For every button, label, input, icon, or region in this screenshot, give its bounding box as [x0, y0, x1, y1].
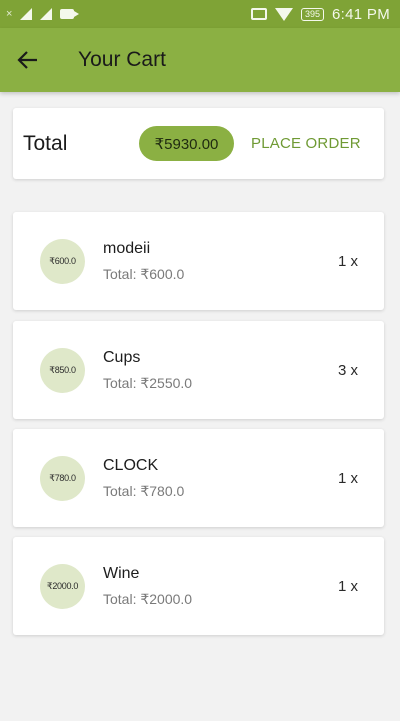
page-title: Your Cart [78, 48, 166, 71]
video-icon [60, 9, 80, 19]
wifi-icon [275, 7, 293, 21]
battery-icon: 395 [301, 7, 325, 21]
item-quantity: 1 x [337, 253, 358, 270]
cart-item[interactable]: ₹780.0 CLOCK Total: ₹780.0 1 x [13, 429, 384, 527]
total-label: Total [23, 131, 68, 155]
cart-item[interactable]: ₹2000.0 Wine Total: ₹2000.0 1 x [13, 537, 384, 635]
item-total: Total: ₹2000.0 [103, 591, 193, 607]
item-total: Total: ₹2550.0 [103, 375, 193, 391]
item-total: Total: ₹600.0 [103, 266, 185, 282]
place-order-button[interactable]: PLACE ORDER [251, 135, 361, 152]
item-price-badge: ₹850.0 [40, 348, 85, 393]
no-signal-icon: × [6, 8, 13, 20]
total-card: Total ₹5930.00 PLACE ORDER [13, 108, 384, 179]
item-name: Wine [103, 565, 140, 582]
app-bar: Your Cart [0, 28, 400, 92]
item-name: Cups [103, 349, 141, 366]
status-left: × [6, 8, 80, 20]
cast-icon [251, 8, 267, 20]
total-amount-badge: ₹5930.00 [139, 126, 234, 161]
status-right: 395 6:41 PM [251, 6, 390, 23]
signal-icon-2 [40, 8, 53, 20]
item-name: modeii [103, 240, 151, 257]
item-price-badge: ₹780.0 [40, 456, 85, 501]
item-price-badge: ₹2000.0 [40, 564, 85, 609]
back-button[interactable] [0, 28, 56, 92]
item-total: Total: ₹780.0 [103, 483, 185, 499]
status-time: 6:41 PM [332, 5, 390, 23]
item-quantity: 3 x [337, 362, 358, 379]
status-bar: × 395 6:41 PM [0, 0, 400, 28]
arrow-left-icon [17, 51, 37, 69]
item-quantity: 1 x [337, 578, 358, 595]
item-price-badge: ₹600.0 [40, 239, 85, 284]
item-name: CLOCK [103, 457, 159, 474]
item-quantity: 1 x [337, 470, 358, 487]
cart-item[interactable]: ₹600.0 modeii Total: ₹600.0 1 x [13, 212, 384, 310]
cart-item[interactable]: ₹850.0 Cups Total: ₹2550.0 3 x [13, 321, 384, 419]
signal-icon [20, 8, 33, 20]
